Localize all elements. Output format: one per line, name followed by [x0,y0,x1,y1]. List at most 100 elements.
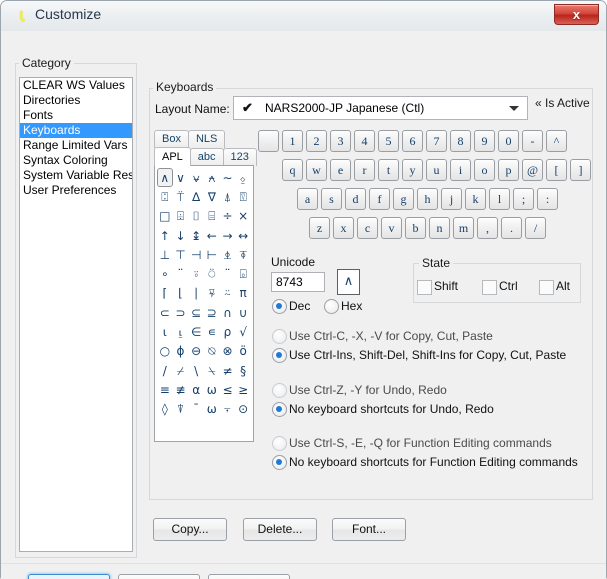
state-checkbox-ctrl[interactable]: Ctrl [482,280,518,295]
apl-char-cell[interactable]: ⍋ [220,187,236,206]
unicode-input[interactable]: 8743 [271,272,325,292]
keyboard-key[interactable]: t [378,159,399,181]
apl-char-cell[interactable]: ⍪ [220,400,236,419]
apl-char-cell[interactable]: ∩ [220,303,236,322]
apl-char-cell[interactable]: ↨ [188,226,204,245]
apl-char-cell[interactable]: ⍕ [235,245,251,264]
category-list-item[interactable]: Fonts [20,108,132,123]
apl-char-cell[interactable]: π [235,284,251,303]
apl-char-cell[interactable]: ∊ [204,322,220,341]
layout-name-combobox[interactable]: ✔ NARS2000-JP Japanese (Ctl) [233,96,528,120]
keyboard-key[interactable]: v [381,217,402,239]
keyboard-key[interactable]: a [297,188,318,210]
tab-nls[interactable]: NLS [187,130,226,148]
apl-character-grid[interactable]: ∧ ∨ ⍱ ⍲ ∼ ⍚ ⍠ ⍡ ∆ ∇ ⍋ ⍔ □ ⌹ ⌷ ⌸ ÷ × ↑ ↓ ↨ ← → ↔ ⊥ ⊤ ⊣ ⊢ ⍎ ⍕ ∘ ¨ ⍤ ⍥ ¨ ⌻ ⌈ ⌊ ∣ ⍫… [157,168,251,440]
apl-char-cell[interactable]: ⍉ [204,342,220,361]
keyboard-row-qwerty[interactable]: q w e r t y u i o p @[] [282,159,594,183]
unicode-radio-hex[interactable]: Hex [324,299,362,314]
keyboard-key[interactable]: n [429,217,450,239]
apl-char-cell[interactable]: ⍳ [157,322,173,341]
category-list-item[interactable]: Directories [20,93,132,108]
apl-char-cell[interactable]: ⊃ [173,303,189,322]
keyboard-key[interactable]: 8 [450,130,471,152]
apl-char-cell[interactable]: ≢ [173,380,189,399]
tab-abc[interactable]: abc [189,148,224,166]
category-list[interactable]: CLEAR WS Values Directories Fonts Keyboards… [19,77,133,552]
tab-strip-row-1[interactable]: Box NLS [154,130,226,148]
apl-char-cell[interactable]: ⊇ [204,303,220,322]
keyboard-key[interactable]: 0 [498,130,519,152]
keyboard-row-bottom[interactable]: z x c v b n m,. / [309,217,549,241]
apl-char-cell[interactable]: ∇ [204,187,220,206]
category-list-item[interactable]: System Variable Reset [20,168,132,183]
apl-char-cell[interactable]: ∨ [173,168,189,187]
keyboard-key[interactable]: s [321,188,342,210]
apl-char-cell[interactable]: ⍎ [220,245,236,264]
apl-char-cell[interactable]: ⌹ [173,207,189,226]
keyboard-key[interactable]: d [345,188,366,210]
keyboard-key[interactable]: u [426,159,447,181]
apl-char-cell[interactable]: ∈ [188,322,204,341]
apl-char-cell[interactable]: ⍀ [204,361,220,380]
apl-char-cell[interactable]: ⍔ [235,187,251,206]
keyboard-key[interactable]: 3 [330,130,351,152]
apl-char-cell[interactable]: α [188,380,204,399]
category-list-item[interactable]: User Preferences [20,183,132,198]
apl-char-cell[interactable]: ⍤ [188,264,204,283]
apl-char-cell[interactable]: ∆ [188,187,204,206]
keyboard-key[interactable]: / [525,217,546,239]
apl-char-cell[interactable]: ← [204,226,220,245]
shortcut-undo-option-ctrl-zy[interactable]: Use Ctrl-Z, -Y for Undo, Redo [272,383,447,398]
apl-char-cell[interactable]: ≤ [220,380,236,399]
apl-char-cell[interactable]: ∼ [220,168,236,187]
close-icon[interactable]: x [554,4,599,25]
apl-char-cell[interactable]: ⍱ [188,168,204,187]
shortcut-copy-option-ctrl-cxv[interactable]: Use Ctrl-C, -X, -V for Copy, Cut, Paste [272,329,493,344]
keyboard-key[interactable]: ; [513,188,534,210]
keyboard-key[interactable]: 9 [474,130,495,152]
apl-char-cell[interactable]: ⊣ [188,245,204,264]
keyboard-key[interactable]: 4 [354,130,375,152]
keyboard-key[interactable]: w [306,159,327,181]
unicode-radio-dec[interactable]: Dec [272,299,310,314]
keyboard-key[interactable]: i [450,159,471,181]
delete-button[interactable]: Delete... [243,518,317,541]
apl-char-cell[interactable]: ⍚ [235,168,251,187]
ok-button[interactable]: OK [28,574,110,579]
apl-char-cell[interactable]: → [220,226,236,245]
tab-box[interactable]: Box [154,130,189,148]
apl-char-cell[interactable]: ⌻ [235,264,251,283]
keyboard-key[interactable]: @ [522,159,543,181]
keyboard-key[interactable]: o [474,159,495,181]
apl-char-cell[interactable]: ○ [157,342,173,361]
keyboard-key[interactable]: f [369,188,390,210]
apl-char-cell[interactable]: ω [204,380,220,399]
apl-char-cell[interactable]: ⌷ [188,207,204,226]
apl-char-cell[interactable]: ¨ [220,264,236,283]
apply-button[interactable]: Apply [208,574,290,579]
apl-char-cell[interactable]: ≥ [235,380,251,399]
apl-char-cell[interactable]: ⌸ [204,207,220,226]
apl-character-panel[interactable]: ∧ ∨ ⍱ ⍲ ∼ ⍚ ⍠ ⍡ ∆ ∇ ⍋ ⍔ □ ⌹ ⌷ ⌸ ÷ × ↑ ↓ ↨ ← → ↔ ⊥ ⊤ ⊣ ⊢ ⍎ ⍕ ∘ ¨ ⍤ ⍥ ¨ ⌻ ⌈ ⌊ ∣ ⍫… [154,165,254,442]
apl-char-cell[interactable]: ⍵ [204,400,220,419]
apl-char-cell[interactable]: ⊗ [220,342,236,361]
keyboard-key[interactable]: , [477,217,498,239]
apl-char-cell[interactable]: ⍸ [173,322,189,341]
apl-char-cell[interactable]: ⍥ [204,264,220,283]
apl-char-cell[interactable]: § [235,361,251,380]
apl-char-cell[interactable]: ⍨ [220,284,236,303]
keyboard-key[interactable]: ^ [546,130,567,152]
cancel-button[interactable]: Cancel [118,574,200,579]
apl-char-cell[interactable]: ÷ [220,207,236,226]
keyboard-key[interactable]: b [405,217,426,239]
copy-button[interactable]: Copy... [153,518,227,541]
apl-char-cell[interactable]: ⍡ [173,187,189,206]
apl-char-cell[interactable]: ⊙ [235,400,251,419]
apl-char-cell[interactable]: ⍲ [204,168,220,187]
tab-123[interactable]: 123 [222,148,257,166]
shortcut-undo-option-none[interactable]: No keyboard shortcuts for Undo, Redo [272,402,494,417]
apl-char-cell[interactable]: ◊ [157,400,173,419]
keyboard-key[interactable]: 2 [306,130,327,152]
state-checkbox-shift[interactable]: Shift [417,280,458,295]
apl-char-cell[interactable]: ∣ [188,284,204,303]
